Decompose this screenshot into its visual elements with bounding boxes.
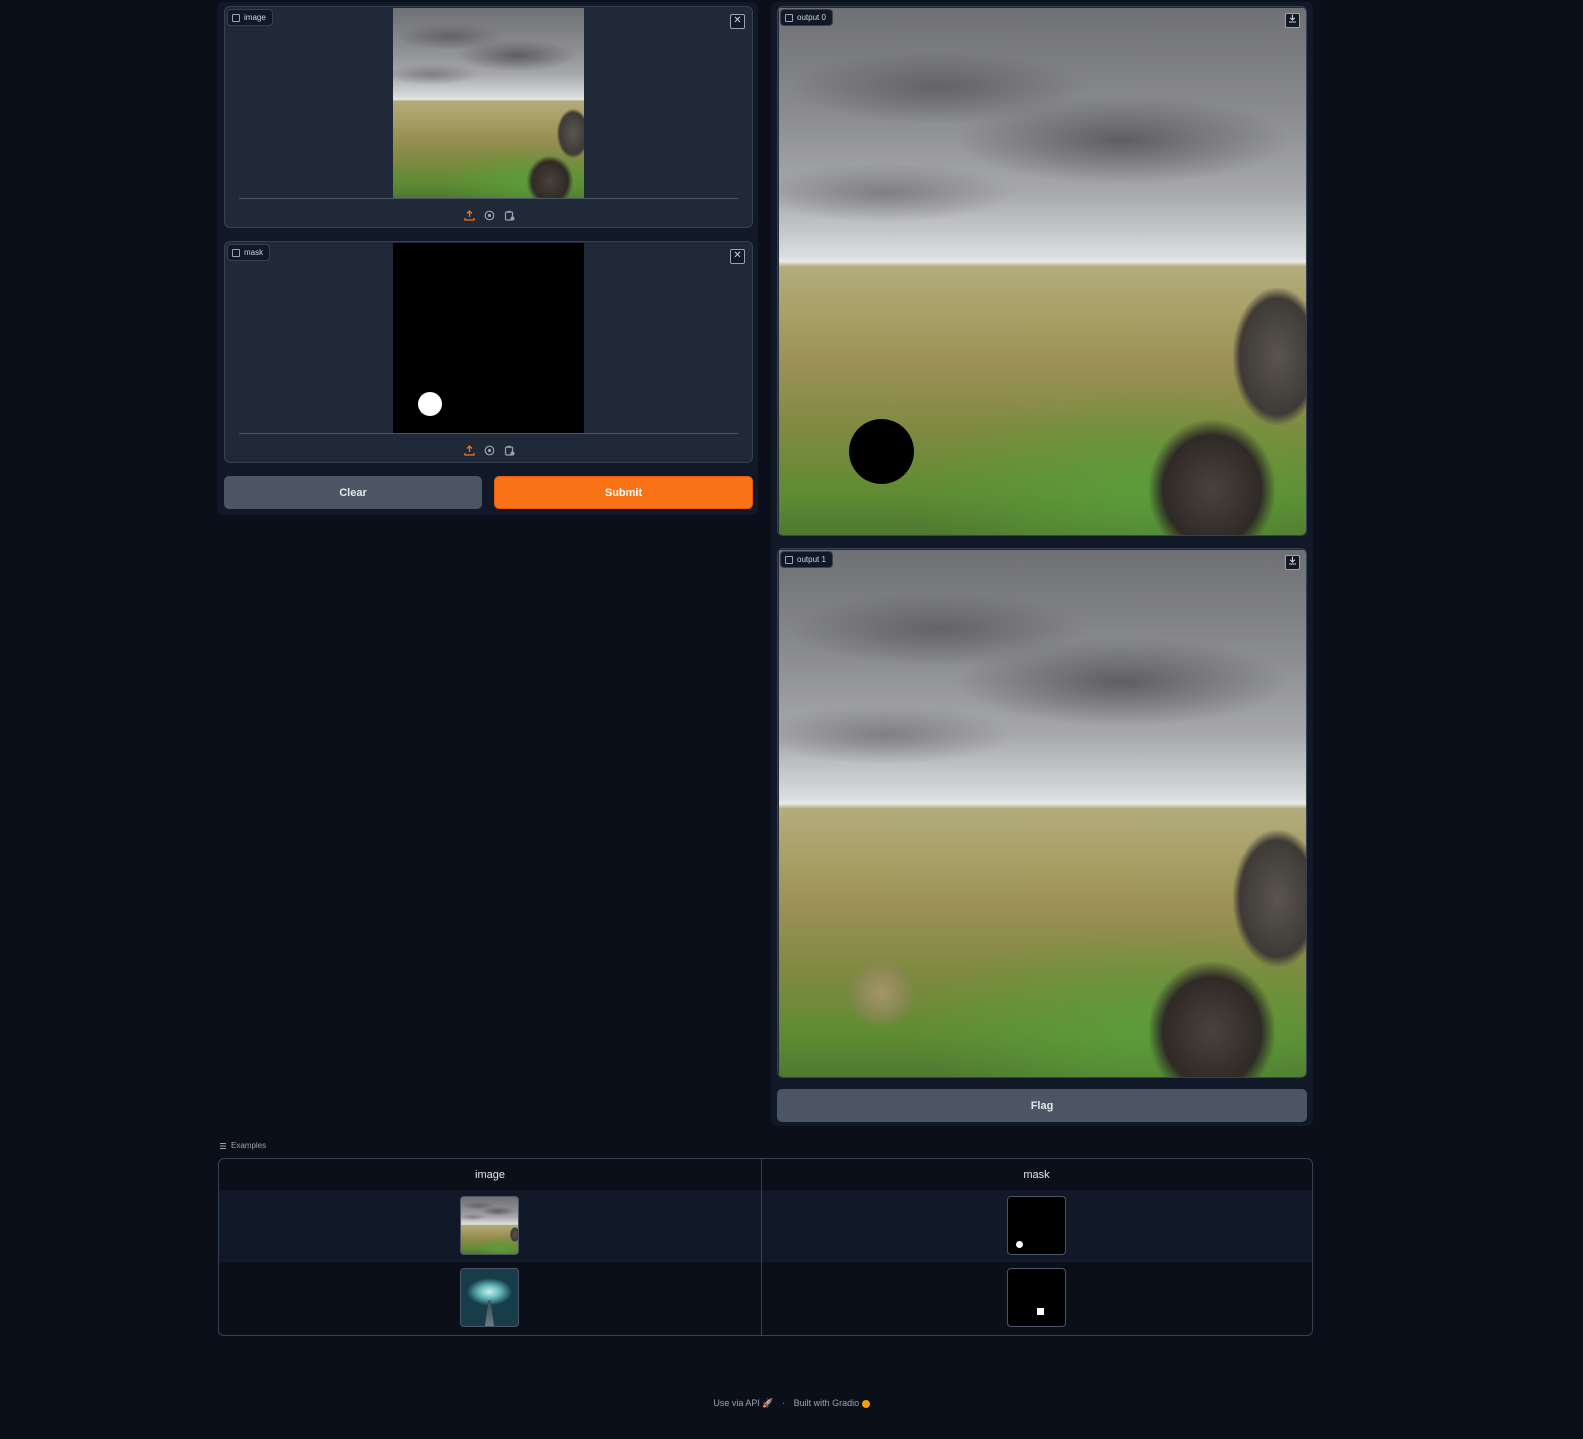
mask-dot bbox=[418, 392, 442, 416]
clipboard-icon[interactable] bbox=[504, 208, 515, 221]
output-0-label-tag: output 0 bbox=[780, 9, 833, 26]
submit-button[interactable]: Submit bbox=[494, 476, 753, 509]
clear-image-button[interactable]: ✕ bbox=[730, 14, 745, 29]
header-image: image bbox=[475, 1168, 505, 1181]
gradio-logo-icon bbox=[861, 1399, 870, 1408]
output-0-image bbox=[779, 8, 1306, 535]
download-output-0-button[interactable] bbox=[1285, 13, 1300, 28]
image-icon bbox=[232, 13, 240, 22]
toolbar-divider bbox=[239, 198, 738, 199]
example-2-mask-thumbnail[interactable] bbox=[1007, 1268, 1066, 1327]
mask-label: mask bbox=[244, 248, 264, 257]
output-0-block: output 0 bbox=[777, 6, 1307, 536]
clear-mask-button[interactable]: ✕ bbox=[730, 249, 745, 264]
upload-icon[interactable] bbox=[464, 443, 475, 456]
webcam-icon[interactable] bbox=[484, 208, 495, 221]
image-icon bbox=[785, 555, 793, 564]
download-icon bbox=[1289, 556, 1296, 565]
output-1-block: output 1 bbox=[777, 548, 1307, 1078]
example-1-image-thumbnail[interactable] bbox=[460, 1196, 519, 1255]
download-icon bbox=[1289, 14, 1296, 23]
output-1-image bbox=[779, 550, 1306, 1077]
image-toolbar bbox=[464, 208, 515, 221]
list-icon bbox=[220, 1142, 226, 1149]
mask-input-block[interactable]: mask ✕ bbox=[224, 241, 753, 463]
examples-table: image mask bbox=[218, 1158, 1313, 1336]
output-1-label-tag: output 1 bbox=[780, 551, 833, 568]
example-2-image-thumbnail[interactable] bbox=[460, 1268, 519, 1327]
upload-icon[interactable] bbox=[464, 208, 475, 221]
image-icon bbox=[785, 13, 793, 22]
built-with-gradio-link[interactable]: Built with Gradio bbox=[794, 1398, 860, 1408]
example-row-2[interactable] bbox=[219, 1262, 1312, 1334]
inpainted-patch bbox=[849, 961, 914, 1026]
example-row-1[interactable] bbox=[219, 1190, 1312, 1262]
input-mask-preview bbox=[393, 243, 584, 433]
examples-label: Examples bbox=[219, 1141, 266, 1150]
mask-label-tag: mask bbox=[227, 244, 271, 261]
image-label: image bbox=[244, 13, 266, 22]
clear-button[interactable]: Clear bbox=[224, 476, 482, 509]
header-mask: mask bbox=[1023, 1168, 1050, 1181]
mask-toolbar bbox=[464, 443, 515, 456]
flag-button[interactable]: Flag bbox=[777, 1089, 1307, 1122]
toolbar-divider bbox=[239, 433, 738, 434]
footer-separator: · bbox=[782, 1398, 786, 1408]
image-icon bbox=[232, 248, 240, 257]
image-label-tag: image bbox=[227, 9, 273, 26]
input-image-preview bbox=[393, 8, 584, 198]
use-via-api-link[interactable]: Use via API bbox=[713, 1398, 760, 1408]
webcam-icon[interactable] bbox=[484, 443, 495, 456]
clipboard-icon[interactable] bbox=[504, 443, 515, 456]
download-output-1-button[interactable] bbox=[1285, 555, 1300, 570]
black-hole bbox=[849, 419, 914, 484]
output-1-label: output 1 bbox=[797, 555, 826, 564]
image-input-block[interactable]: image ✕ bbox=[224, 6, 753, 228]
output-0-label: output 0 bbox=[797, 13, 826, 22]
example-1-mask-thumbnail[interactable] bbox=[1007, 1196, 1066, 1255]
footer: Use via API 🚀 · Built with Gradio bbox=[0, 1398, 1583, 1409]
rocket-icon: 🚀 bbox=[762, 1398, 774, 1408]
examples-header-row: image mask bbox=[219, 1159, 1312, 1190]
